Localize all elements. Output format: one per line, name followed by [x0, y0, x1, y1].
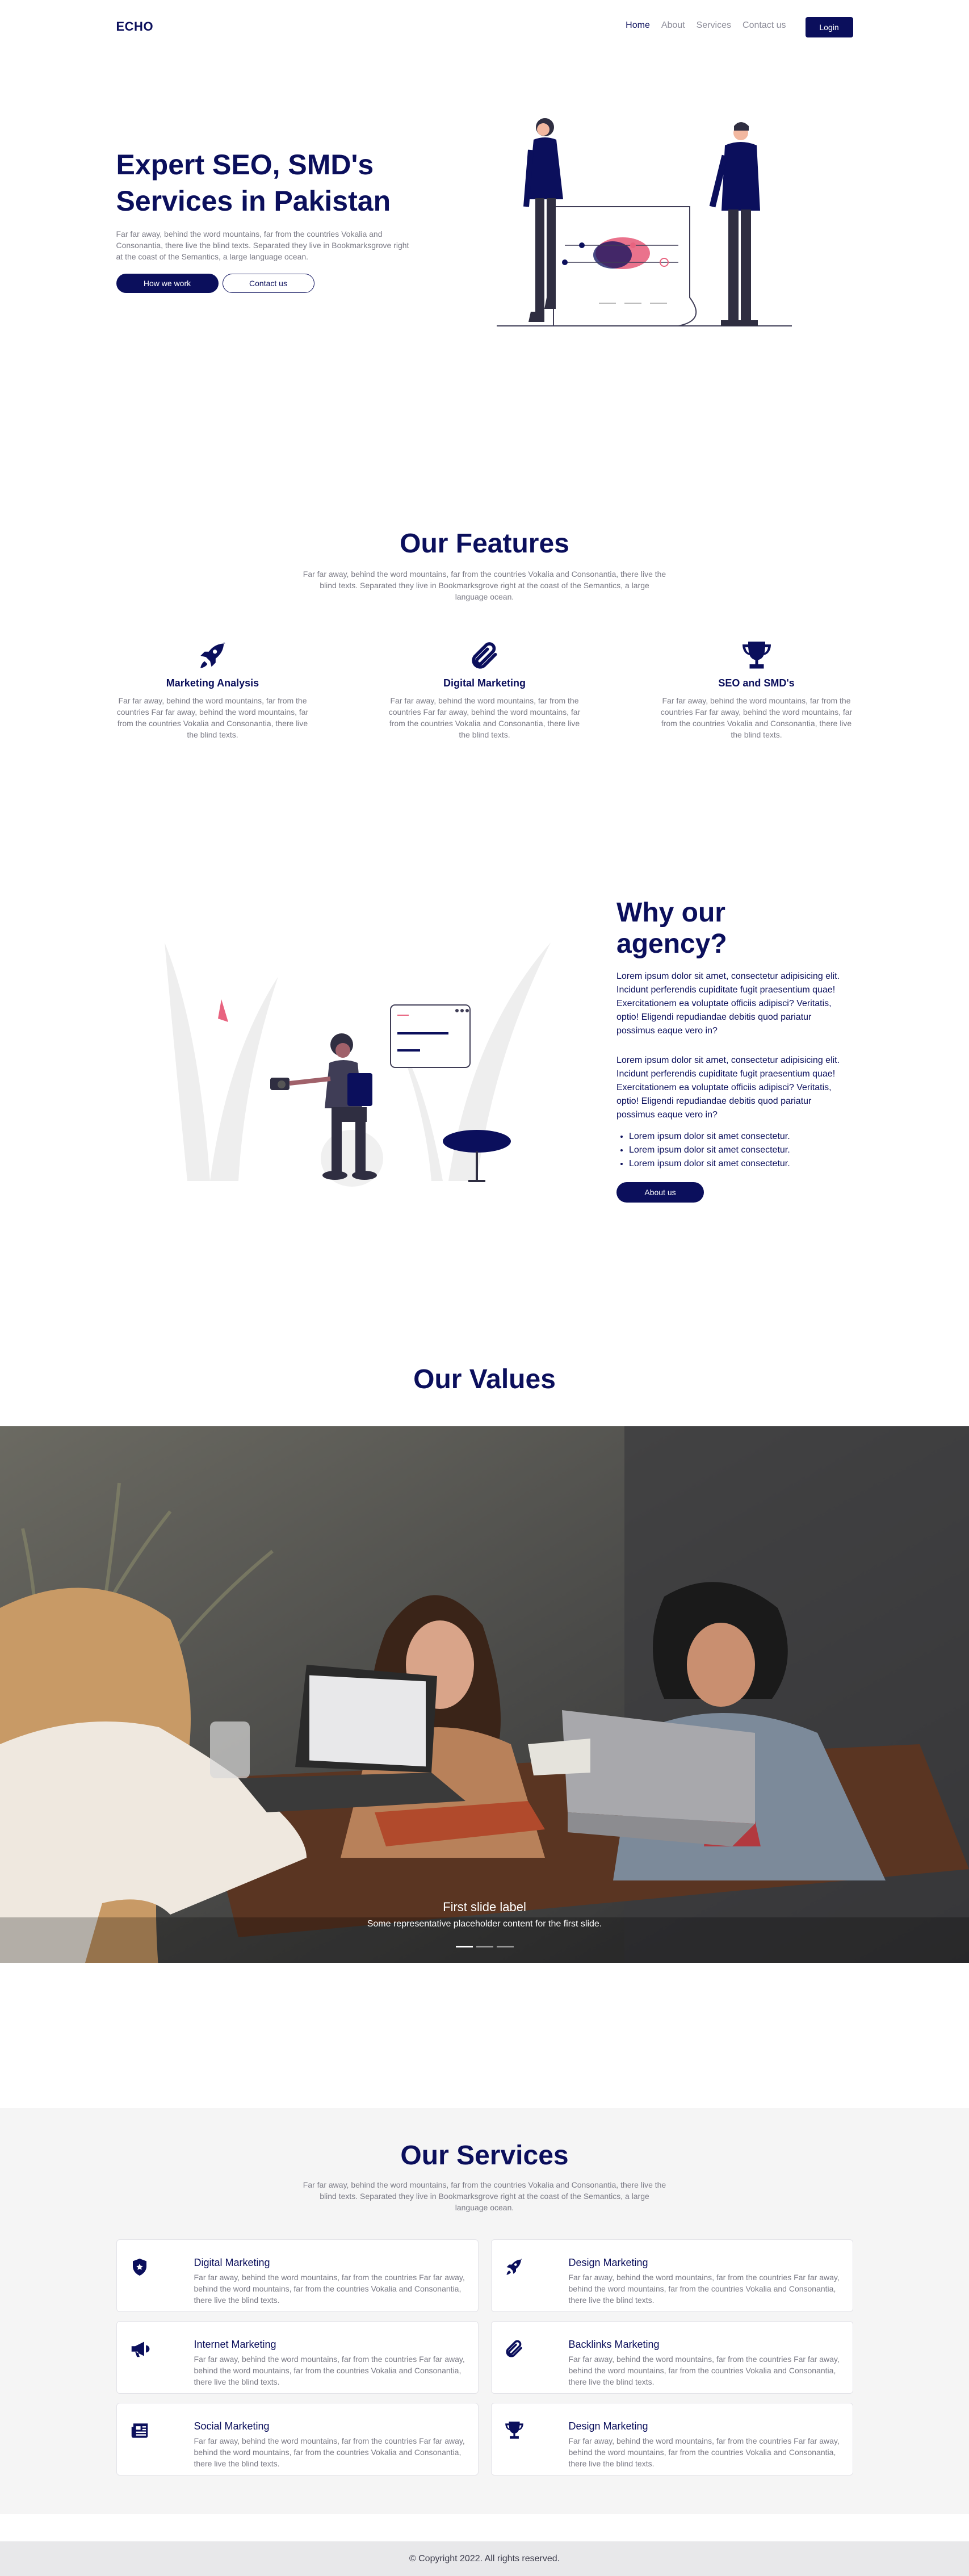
navbar: ECHO Home About Services Contact us Logi…	[116, 0, 853, 55]
service-text: Far far away, behind the word mountains,…	[194, 2273, 465, 2305]
nav-link-about[interactable]: About	[661, 20, 685, 31]
service-text: Far far away, behind the word mountains,…	[568, 2355, 840, 2386]
service-title: Design Marketing	[568, 2257, 648, 2268]
service-card: Internet Marketing Far far away, behind …	[116, 2321, 479, 2394]
why-section: Why our agency? Lorem ipsum dolor sit am…	[0, 886, 969, 1204]
service-title: Design Marketing	[568, 2420, 648, 2432]
brand-logo[interactable]: ECHO	[116, 19, 154, 34]
service-title: Internet Marketing	[194, 2339, 276, 2350]
service-card: Digital Marketing Far far away, behind t…	[116, 2239, 479, 2312]
values-title: Our Values	[413, 1364, 556, 1394]
services-section: Our Services Far far away, behind the wo…	[0, 2108, 969, 2514]
services-title: Our Services	[400, 2141, 569, 2171]
carousel-indicator[interactable]	[476, 1946, 493, 1947]
hero-description: Far far away, behind the word mountains,…	[116, 229, 409, 261]
feature-title: Digital Marketing	[443, 677, 526, 689]
service-text: Far far away, behind the word mountains,…	[194, 2436, 465, 2468]
why-bullet-list: Lorem ipsum dolor sit amet consectetur. …	[616, 1130, 844, 1171]
service-card: Design Marketing Far far away, behind th…	[490, 2403, 853, 2476]
why-text-block: Why our agency? Lorem ipsum dolor sit am…	[616, 897, 844, 1203]
feature-card: SEO and SMD's Far far away, behind the w…	[660, 638, 853, 740]
feature-title: Marketing Analysis	[166, 677, 259, 689]
feature-text: Far far away, behind the word mountains,…	[116, 696, 309, 739]
service-text: Far far away, behind the word mountains,…	[568, 2436, 840, 2468]
why-paragraph-2: Lorem ipsum dolor sit amet, consectetur …	[616, 1055, 840, 1120]
service-card: Backlinks Marketing Far far away, behind…	[490, 2321, 853, 2394]
feature-text: Far far away, behind the word mountains,…	[388, 696, 581, 739]
service-card: Design Marketing Far far away, behind th…	[490, 2239, 853, 2312]
service-title: Digital Marketing	[194, 2257, 270, 2268]
copyright-text: © Copyright 2022. All rights reserved.	[409, 2554, 560, 2564]
nav-link-services[interactable]: Services	[697, 20, 731, 31]
carousel-indicator[interactable]	[496, 1946, 514, 1947]
feature-card: Digital Marketing Far far away, behind t…	[388, 638, 581, 740]
how-we-work-button[interactable]: How we work	[116, 274, 219, 293]
values-carousel[interactable]: First slide label Some representative pl…	[0, 1426, 969, 1963]
paperclip-icon	[388, 638, 581, 674]
rocket-icon	[116, 638, 309, 674]
features-subtitle: Far far away, behind the word mountains,…	[303, 569, 666, 601]
carousel-indicator[interactable]	[455, 1946, 473, 1947]
why-bullet: Lorem ipsum dolor sit amet consectetur.	[629, 1157, 844, 1171]
carousel-caption: First slide label Some representative pl…	[0, 1900, 969, 1929]
rocket-icon	[501, 2254, 528, 2281]
footer: © Copyright 2022. All rights reserved.	[0, 2541, 969, 2576]
features-title: Our Features	[400, 529, 569, 559]
carousel-indicators	[0, 1946, 969, 1947]
service-title: Social Marketing	[194, 2420, 270, 2432]
service-title: Backlinks Marketing	[568, 2339, 660, 2350]
shield-icon	[126, 2254, 153, 2281]
hero-illustration	[496, 118, 792, 326]
newspaper-icon	[126, 2417, 153, 2444]
why-bullet: Lorem ipsum dolor sit amet consectetur.	[629, 1144, 844, 1157]
service-text: Far far away, behind the word mountains,…	[568, 2273, 840, 2305]
carousel-slide-image	[0, 1426, 969, 1963]
why-illustration	[165, 943, 551, 1187]
trophy-icon	[660, 638, 853, 674]
nav-links: Home About Services Contact us	[626, 20, 786, 31]
feature-card: Marketing Analysis Far far away, behind …	[116, 638, 309, 740]
service-text: Far far away, behind the word mountains,…	[194, 2355, 465, 2386]
services-subtitle: Far far away, behind the word mountains,…	[303, 2180, 666, 2212]
login-button[interactable]: Login	[805, 17, 853, 37]
service-card: Social Marketing Far far away, behind th…	[116, 2403, 479, 2476]
slide-text: Some representative placeholder content …	[367, 1919, 602, 1929]
about-us-button[interactable]: About us	[616, 1182, 704, 1203]
why-paragraph-1: Lorem ipsum dolor sit amet, consectetur …	[616, 971, 840, 1036]
feature-text: Far far away, behind the word mountains,…	[660, 696, 853, 739]
hero-title: Expert SEO, SMD's Services in Pakistan	[116, 149, 391, 217]
trophy-icon	[501, 2417, 528, 2444]
values-header: Our Values	[0, 1364, 969, 1395]
nav-link-home[interactable]: Home	[626, 20, 650, 31]
features-section: Our Features Far far away, behind the wo…	[0, 528, 969, 740]
megaphone-icon	[126, 2335, 153, 2363]
contact-us-button[interactable]: Contact us	[222, 274, 314, 293]
why-bullet: Lorem ipsum dolor sit amet consectetur.	[629, 1130, 844, 1144]
feature-title: SEO and SMD's	[718, 677, 795, 689]
hero-section: Expert SEO, SMD's Services in Pakistan F…	[116, 55, 853, 486]
slide-label: First slide label	[443, 1900, 526, 1914]
nav-link-contact[interactable]: Contact us	[743, 20, 786, 31]
why-title: Why our agency?	[616, 898, 727, 959]
paperclip-icon	[501, 2335, 528, 2363]
